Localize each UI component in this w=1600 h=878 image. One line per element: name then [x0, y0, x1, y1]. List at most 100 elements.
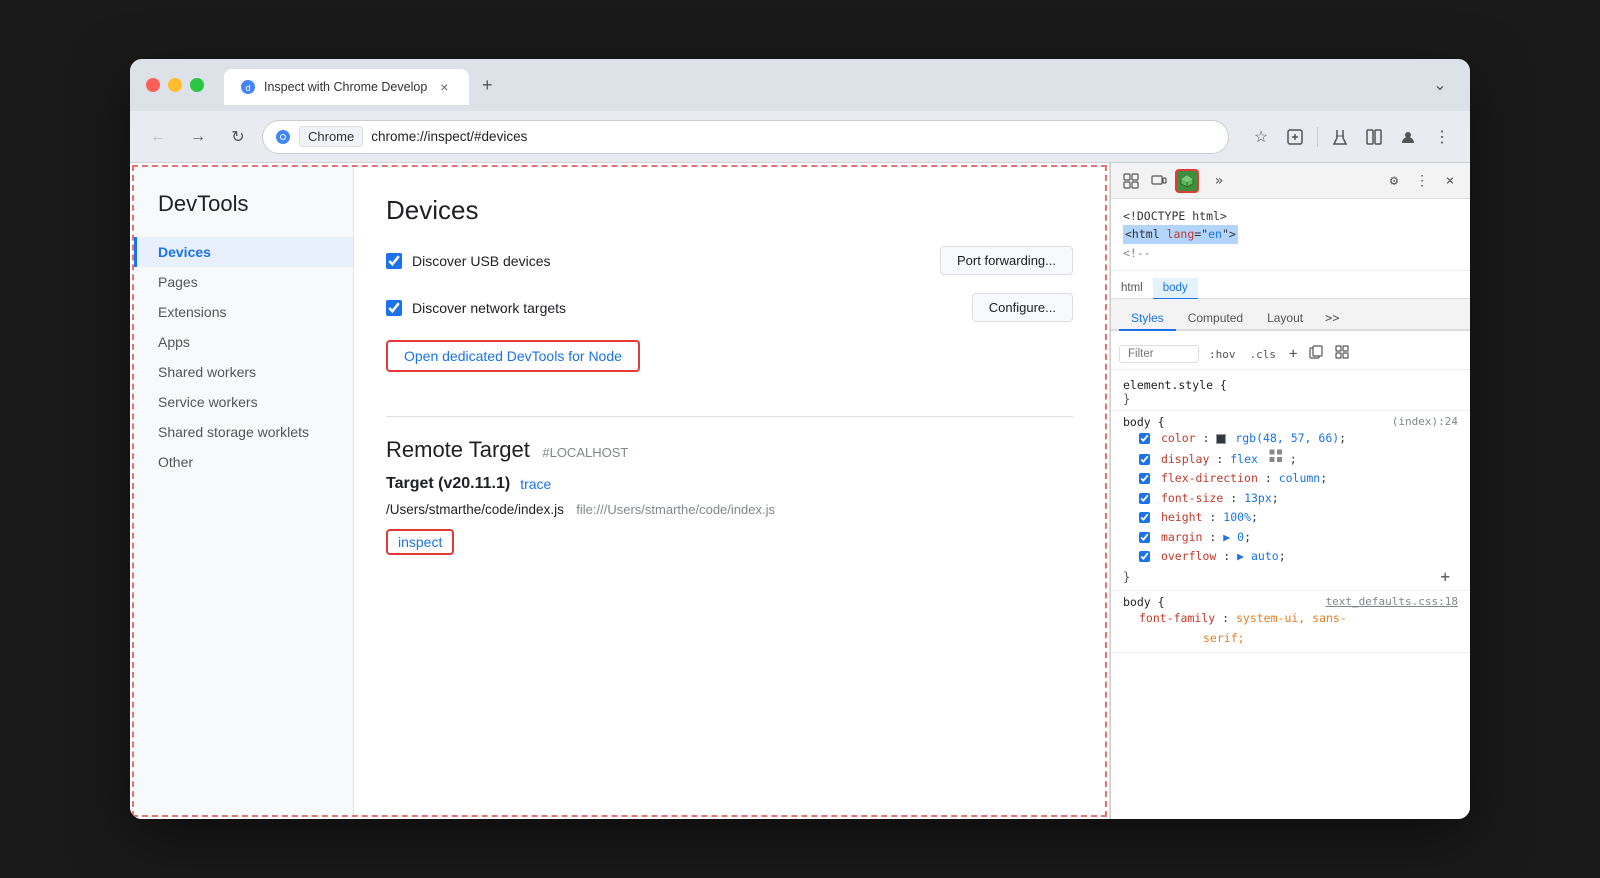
- target-row: Target (v20.11.1) trace: [386, 475, 1073, 493]
- element-picker-icon[interactable]: [1119, 169, 1143, 193]
- sidebar-item-pages[interactable]: Pages: [134, 267, 353, 297]
- chrome-menu-button[interactable]: ⋮: [1426, 121, 1458, 153]
- element-style-rule: element.style { }: [1111, 374, 1470, 411]
- cls-button[interactable]: .cls: [1246, 346, 1281, 363]
- tab-close-button[interactable]: ×: [435, 78, 453, 96]
- overflow-prop: overflow : ▶ auto;: [1123, 547, 1458, 567]
- lab-button[interactable]: [1324, 121, 1356, 153]
- device-toolbar-icon[interactable]: [1147, 169, 1171, 193]
- tab-body[interactable]: body: [1153, 278, 1198, 300]
- forward-button[interactable]: →: [182, 121, 214, 153]
- sidebar-item-shared-workers[interactable]: Shared workers: [134, 357, 353, 387]
- close-button[interactable]: [146, 78, 160, 92]
- chrome-label: Chrome: [299, 126, 363, 147]
- address-bar[interactable]: Chrome chrome://inspect/#devices: [262, 120, 1229, 154]
- tab-more[interactable]: >>: [1319, 307, 1345, 329]
- body-selector[interactable]: body {: [1123, 415, 1165, 429]
- maximize-button[interactable]: [190, 78, 204, 92]
- chrome-icon: [275, 129, 291, 145]
- bookmark-button[interactable]: ☆: [1245, 121, 1277, 153]
- body-rule-source: (index):24: [1392, 415, 1458, 429]
- tab-bar: d Inspect with Chrome Develop × + ⌄: [224, 65, 1454, 105]
- font-size-checkbox[interactable]: [1139, 493, 1150, 504]
- inspect-page-inner: DevTools Devices Pages Extensions Apps S…: [132, 165, 1107, 817]
- profile-button[interactable]: [1392, 121, 1424, 153]
- devtools-panel: » ⚙ ⋮ × <!DOCTYPE html> <html lang="en">…: [1110, 163, 1470, 819]
- page-title: Devices: [386, 195, 1073, 226]
- body-text-source[interactable]: text_defaults.css:18: [1326, 595, 1458, 609]
- toolbar-divider: [1317, 127, 1318, 147]
- settings-icon[interactable]: ⚙: [1382, 169, 1406, 193]
- content-area: Devices Discover USB devices Port forwar…: [354, 167, 1105, 815]
- color-checkbox[interactable]: [1139, 433, 1150, 444]
- new-tab-button[interactable]: +: [473, 71, 501, 99]
- trace-link[interactable]: trace: [520, 476, 551, 492]
- discover-network-checkbox[interactable]: [386, 300, 402, 316]
- inspect-link-row: inspect: [386, 525, 1073, 555]
- devtools-close-icon[interactable]: ×: [1438, 169, 1462, 193]
- rule-header: body { (index):24: [1123, 415, 1458, 429]
- remote-target-header: Remote Target #LOCALHOST: [386, 437, 1073, 463]
- omnibox-bar: ← → ↻ Chrome chrome://inspect/#devices ☆: [130, 111, 1470, 163]
- sidebar-item-apps[interactable]: Apps: [134, 327, 353, 357]
- tab-html[interactable]: html: [1111, 278, 1153, 300]
- devtools-menu-icon[interactable]: ⋮: [1410, 169, 1434, 193]
- add-style-icon[interactable]: +: [1286, 344, 1300, 364]
- element-style-selector: element.style {: [1123, 378, 1458, 392]
- tab-computed[interactable]: Computed: [1176, 307, 1255, 331]
- font-size-prop: font-size : 13px;: [1123, 489, 1458, 509]
- devtools-breadcrumb-tabs: html body: [1111, 271, 1470, 299]
- inspect-page: DevTools Devices Pages Extensions Apps S…: [130, 163, 1110, 819]
- more-panels-icon[interactable]: »: [1207, 169, 1231, 193]
- 3d-view-icon[interactable]: [1175, 169, 1199, 193]
- reload-button[interactable]: ↻: [222, 121, 254, 153]
- sidebar-item-shared-storage[interactable]: Shared storage worklets: [134, 417, 353, 447]
- tab-dropdown-button[interactable]: ⌄: [1426, 71, 1454, 99]
- remote-target-title: Remote Target: [386, 437, 530, 462]
- discover-usb-checkbox[interactable]: [386, 253, 402, 269]
- active-tab[interactable]: d Inspect with Chrome Develop ×: [224, 69, 469, 105]
- display-prop: display : flex ;: [1123, 449, 1458, 470]
- copy-style-icon[interactable]: [1306, 343, 1326, 365]
- devtools-html-preview: <!DOCTYPE html> <html lang="en"> <!--: [1111, 199, 1470, 271]
- minimize-button[interactable]: [168, 78, 182, 92]
- main-area: DevTools Devices Pages Extensions Apps S…: [130, 163, 1470, 819]
- html-tag-line: <html lang="en">: [1123, 225, 1458, 243]
- flex-direction-checkbox[interactable]: [1139, 473, 1150, 484]
- color-prop: color : rgb(48, 57, 66);: [1123, 429, 1458, 449]
- file-info-row: /Users/stmarthe/code/index.js file:///Us…: [386, 501, 1073, 519]
- display-checkbox[interactable]: [1139, 454, 1150, 465]
- body-text-selector[interactable]: body {: [1123, 595, 1165, 609]
- font-family-continuation: serif;: [1123, 629, 1458, 649]
- add-rule-button[interactable]: +: [1432, 567, 1458, 586]
- font-family-prop: font-family : system-ui, sans-: [1123, 609, 1458, 629]
- tab-styles[interactable]: Styles: [1119, 307, 1176, 331]
- back-button[interactable]: ←: [142, 121, 174, 153]
- inspect-link[interactable]: inspect: [386, 529, 454, 555]
- margin-checkbox[interactable]: [1139, 532, 1150, 543]
- configure-button[interactable]: Configure...: [972, 293, 1073, 322]
- styles-panel: :hov .cls + element.style { }: [1111, 331, 1470, 819]
- split-view-button[interactable]: [1358, 121, 1390, 153]
- sidebar-item-service-workers[interactable]: Service workers: [134, 387, 353, 417]
- node-devtools-link[interactable]: Open dedicated DevTools for Node: [386, 340, 640, 372]
- overflow-checkbox[interactable]: [1139, 551, 1150, 562]
- port-forwarding-button[interactable]: Port forwarding...: [940, 246, 1073, 275]
- extension-button[interactable]: [1279, 121, 1311, 153]
- color-swatch[interactable]: [1216, 434, 1226, 444]
- comment-line: <!--: [1123, 244, 1458, 262]
- sidebar-item-devices[interactable]: Devices: [134, 237, 353, 267]
- devtools-toolbar: » ⚙ ⋮ ×: [1111, 163, 1470, 199]
- tab-layout[interactable]: Layout: [1255, 307, 1315, 331]
- filter-input[interactable]: [1119, 345, 1199, 363]
- sidebar-item-other[interactable]: Other: [134, 447, 353, 477]
- discover-network-label: Discover network targets: [412, 300, 962, 316]
- height-checkbox[interactable]: [1139, 512, 1150, 523]
- section-divider: [386, 416, 1073, 417]
- expand-style-icon[interactable]: [1332, 343, 1352, 365]
- discover-usb-row: Discover USB devices Port forwarding...: [386, 246, 1073, 275]
- rule-footer: } +: [1123, 567, 1458, 586]
- rule3-header: body { text_defaults.css:18: [1123, 595, 1458, 609]
- sidebar-item-extensions[interactable]: Extensions: [134, 297, 353, 327]
- pseudo-button[interactable]: :hov: [1205, 346, 1240, 363]
